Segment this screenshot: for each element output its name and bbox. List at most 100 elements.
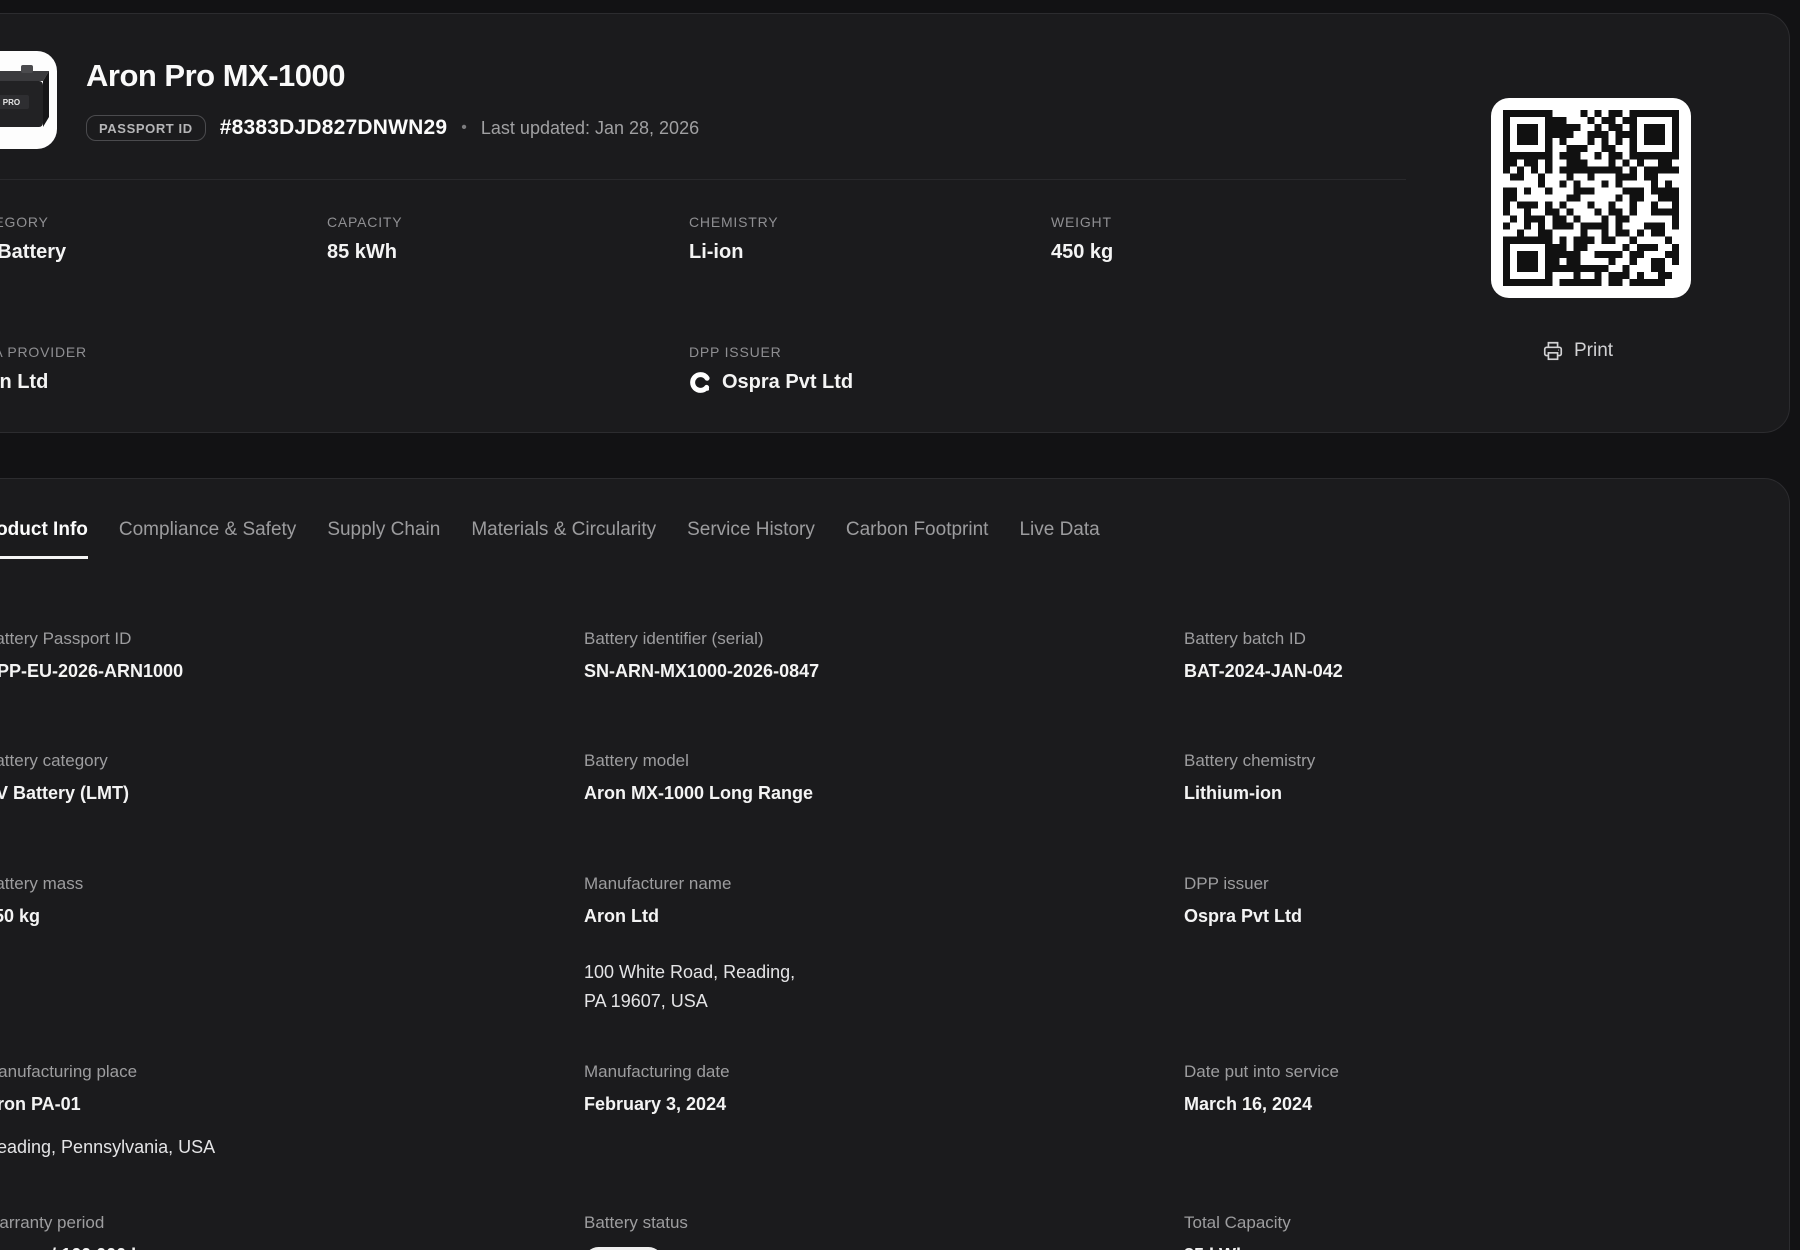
field-manufacturing-date: Manufacturing date February 3, 2024: [584, 1062, 1184, 1158]
field-value: 8 years / 160,000 km: [0, 1245, 584, 1250]
passport-id-value: #8383DJD827DNWN29: [220, 116, 448, 140]
qr-code-icon: [1503, 110, 1679, 286]
field-label: Total Capacity: [1184, 1213, 1784, 1233]
issuer-value: Ospra Pvt Ltd: [689, 371, 1051, 394]
header-divider: [0, 179, 1406, 180]
stat-label: CATEGORY: [0, 214, 327, 230]
stat-chemistry: CHEMISTRY Li-ion: [689, 214, 1051, 264]
tab-carbon-footprint[interactable]: Carbon Footprint: [846, 519, 989, 556]
field-dpp-issuer: DPP issuer Ospra Pvt Ltd: [1184, 874, 1784, 1016]
battery-product-photo-icon: ARON PRO: [0, 51, 57, 149]
passport-id-badge: PASSPORT ID: [86, 115, 206, 141]
manufacturing-place-region: Reading, Pennsylvania, USA: [0, 1137, 584, 1158]
printer-icon: [1542, 340, 1564, 362]
field-value: BAT-2024-JAN-042: [1184, 661, 1784, 682]
field-label: Battery batch ID: [1184, 629, 1784, 649]
field-value: March 16, 2024: [1184, 1094, 1784, 1115]
field-value: Aron PA-01: [0, 1094, 584, 1115]
field-battery-passport-id: Battery Passport ID DPP-EU-2026-ARN1000: [0, 629, 584, 682]
print-label: Print: [1574, 340, 1613, 362]
issuer-name: Ospra Pvt Ltd: [722, 371, 853, 394]
last-updated-text: Last updated: Jan 28, 2026: [481, 118, 699, 139]
content-card: Product Info Compliance & Safety Supply …: [0, 478, 1790, 1250]
battery-passport-page: { "colors": { "page_bg": "#121214", "car…: [0, 0, 1800, 1250]
stat-data-provider: DATA PROVIDER Aron Ltd: [0, 344, 327, 394]
field-battery-category: Battery category EV Battery (LMT): [0, 751, 584, 804]
qr-code: [1491, 98, 1691, 298]
field-label: Battery chemistry: [1184, 751, 1784, 771]
info-row: Warranty period 8 years / 160,000 km Bat…: [0, 1213, 1604, 1250]
manufacturer-address: 100 White Road, Reading, PA 19607, USA: [584, 958, 1184, 1016]
field-value: Aron Ltd: [584, 906, 1184, 927]
stat-value: 85 kWh: [327, 241, 689, 264]
tab-service-history[interactable]: Service History: [687, 519, 815, 556]
dot-separator: •: [461, 119, 467, 137]
field-label: Date put into service: [1184, 1062, 1784, 1082]
provider-row: DATA PROVIDER Aron Ltd DPP ISSUER Ospra …: [0, 344, 1413, 394]
field-label: Battery identifier (serial): [584, 629, 1184, 649]
print-button[interactable]: Print: [1542, 340, 1613, 362]
ospra-ring-logo-icon: [689, 371, 712, 394]
stat-label: DATA PROVIDER: [0, 344, 327, 360]
field-label: Battery status: [584, 1213, 1184, 1233]
field-value: Ospra Pvt Ltd: [1184, 906, 1784, 927]
tab-bar: Product Info Compliance & Safety Supply …: [0, 519, 1100, 559]
stat-category: CATEGORY EV Battery: [0, 214, 327, 264]
field-label: Warranty period: [0, 1213, 584, 1233]
field-value: DPP-EU-2026-ARN1000: [0, 661, 584, 682]
address-line: PA 19607, USA: [584, 991, 708, 1011]
field-battery-mass: Battery mass 450 kg: [0, 874, 584, 1016]
info-row: Battery mass 450 kg Manufacturer name Ar…: [0, 874, 1604, 1016]
passport-id-row: PASSPORT ID #8383DJD827DNWN29 • Last upd…: [86, 115, 699, 141]
field-manufacturer-name: Manufacturer name Aron Ltd 100 White Roa…: [584, 874, 1184, 1016]
tab-supply-chain[interactable]: Supply Chain: [327, 519, 440, 556]
field-battery-chemistry: Battery chemistry Lithium-ion: [1184, 751, 1784, 804]
field-manufacturing-place: Manufacturing place Aron PA-01 Reading, …: [0, 1062, 584, 1158]
field-warranty-period: Warranty period 8 years / 160,000 km: [0, 1213, 584, 1250]
field-battery-batch-id: Battery batch ID BAT-2024-JAN-042: [1184, 629, 1784, 682]
field-value: Lithium-ion: [1184, 783, 1784, 804]
field-label: Manufacturing place: [0, 1062, 584, 1082]
stats-row: CATEGORY EV Battery CAPACITY 85 kWh CHEM…: [0, 214, 1413, 264]
tab-materials-circularity[interactable]: Materials & Circularity: [471, 519, 656, 556]
info-row: Manufacturing place Aron PA-01 Reading, …: [0, 1062, 1604, 1158]
field-battery-model: Battery model Aron MX-1000 Long Range: [584, 751, 1184, 804]
stat-label: DPP ISSUER: [689, 344, 1051, 360]
stat-value: Aron Ltd: [0, 371, 327, 394]
stat-label: WEIGHT: [1051, 214, 1413, 230]
field-label: Battery mass: [0, 874, 584, 894]
field-value: 450 kg: [0, 906, 584, 927]
product-photo: ARON PRO: [0, 51, 57, 149]
field-value: EV Battery (LMT): [0, 783, 584, 804]
stat-capacity: CAPACITY 85 kWh: [327, 214, 689, 264]
stat-dpp-issuer: DPP ISSUER Ospra Pvt Ltd: [689, 344, 1051, 394]
field-label: DPP issuer: [1184, 874, 1784, 894]
stat-weight: WEIGHT 450 kg: [1051, 214, 1413, 264]
stat-value: EV Battery: [0, 241, 327, 264]
field-value: Aron MX-1000 Long Range: [584, 783, 1184, 804]
field-date-put-into-service: Date put into service March 16, 2024: [1184, 1062, 1784, 1158]
tab-live-data[interactable]: Live Data: [1019, 519, 1099, 556]
address-line: 100 White Road, Reading,: [584, 962, 795, 982]
field-value: 85 kWh: [1184, 1245, 1784, 1250]
tab-product-info[interactable]: Product Info: [0, 519, 88, 559]
stat-label: CAPACITY: [327, 214, 689, 230]
field-battery-status: Battery status Active: [584, 1213, 1184, 1250]
field-label: Manufacturer name: [584, 874, 1184, 894]
field-total-capacity: Total Capacity 85 kWh: [1184, 1213, 1784, 1250]
svg-text:ARON PRO: ARON PRO: [0, 98, 20, 107]
field-label: Battery model: [584, 751, 1184, 771]
tab-compliance-safety[interactable]: Compliance & Safety: [119, 519, 296, 556]
field-label: Manufacturing date: [584, 1062, 1184, 1082]
field-value: February 3, 2024: [584, 1094, 1184, 1115]
page-title: Aron Pro MX-1000: [86, 58, 345, 94]
stat-value: Li-ion: [689, 241, 1051, 264]
header-card: ARON PRO Aron Pro MX-1000 PASSPORT ID #8…: [0, 13, 1790, 433]
info-row: Battery category EV Battery (LMT) Batter…: [0, 751, 1604, 804]
stat-value: 450 kg: [1051, 241, 1413, 264]
field-label: Battery Passport ID: [0, 629, 584, 649]
field-label: Battery category: [0, 751, 584, 771]
field-battery-identifier: Battery identifier (serial) SN-ARN-MX100…: [584, 629, 1184, 682]
info-row: Battery Passport ID DPP-EU-2026-ARN1000 …: [0, 629, 1604, 682]
field-value: SN-ARN-MX1000-2026-0847: [584, 661, 1184, 682]
